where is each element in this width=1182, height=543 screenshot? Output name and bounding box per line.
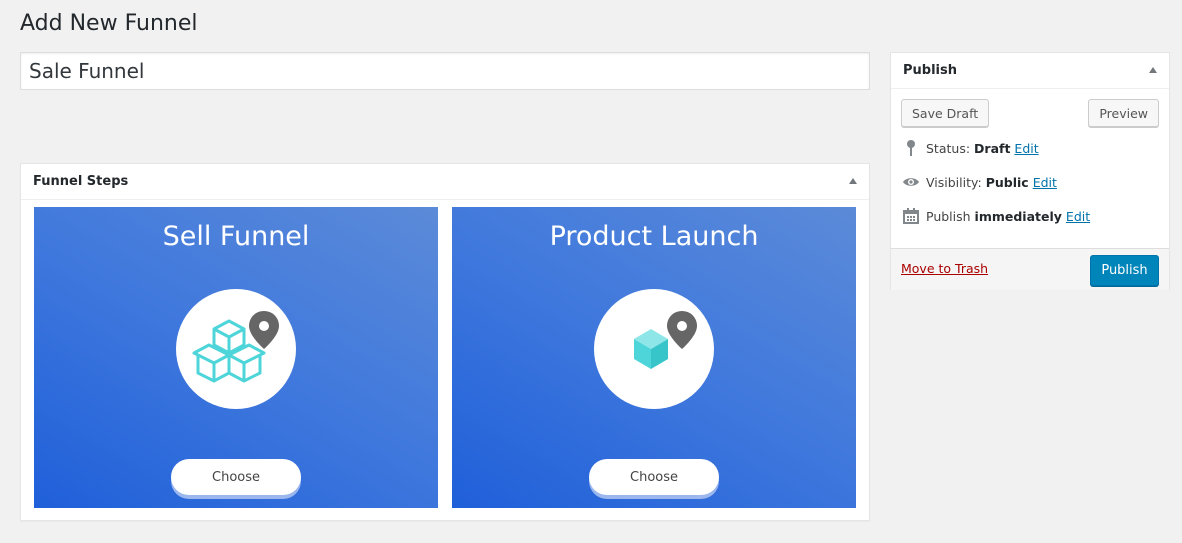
page-title: Add New Funnel [20, 11, 198, 36]
visibility-row: Visibility: Public Edit [901, 173, 1057, 191]
schedule-row: Publish immediately Edit [901, 207, 1090, 225]
cube-with-pin-icon [594, 289, 714, 409]
status-value: Draft [974, 140, 1011, 156]
funnel-card-product-launch: Product Launch Choose [452, 207, 856, 508]
visibility-value: Public [985, 174, 1029, 190]
publish-actions: Move to Trash Publish [891, 248, 1169, 290]
status-label: Status: [926, 140, 971, 156]
calendar-icon [901, 207, 921, 225]
save-draft-button[interactable]: Save Draft [901, 99, 990, 127]
preview-button[interactable]: Preview [1088, 99, 1159, 127]
funnel-title-input[interactable] [20, 52, 870, 90]
collapse-toggle-icon[interactable] [849, 178, 857, 184]
pin-icon [901, 139, 921, 157]
edit-visibility-link[interactable]: Edit [1033, 175, 1057, 190]
eye-icon [901, 173, 921, 191]
publish-header: Publish [891, 53, 1169, 89]
funnel-steps-box: Funnel Steps Sell Funnel Choose Product … [20, 163, 870, 521]
card-title: Product Launch [549, 221, 759, 252]
choose-button[interactable]: Choose [589, 459, 719, 495]
open-boxes-with-pin-icon [176, 289, 296, 409]
funnel-steps-header: Funnel Steps [21, 164, 869, 200]
choose-button[interactable]: Choose [171, 459, 301, 495]
schedule-label: Publish [926, 208, 971, 224]
status-row: Status: Draft Edit [901, 139, 1039, 157]
publish-heading: Publish [903, 63, 957, 78]
visibility-label: Visibility: [926, 174, 982, 190]
move-to-trash-link[interactable]: Move to Trash [901, 261, 988, 276]
publish-button[interactable]: Publish [1090, 255, 1159, 286]
publish-box: Publish Save Draft Preview Status: Draft… [890, 52, 1170, 290]
edit-status-link[interactable]: Edit [1014, 141, 1038, 156]
collapse-toggle-icon[interactable] [1149, 67, 1157, 73]
schedule-value: immediately [974, 208, 1062, 224]
funnel-card-sell-funnel: Sell Funnel Choose [34, 207, 438, 508]
card-title: Sell Funnel [162, 221, 310, 252]
edit-schedule-link[interactable]: Edit [1066, 209, 1090, 224]
funnel-steps-heading: Funnel Steps [33, 174, 129, 189]
